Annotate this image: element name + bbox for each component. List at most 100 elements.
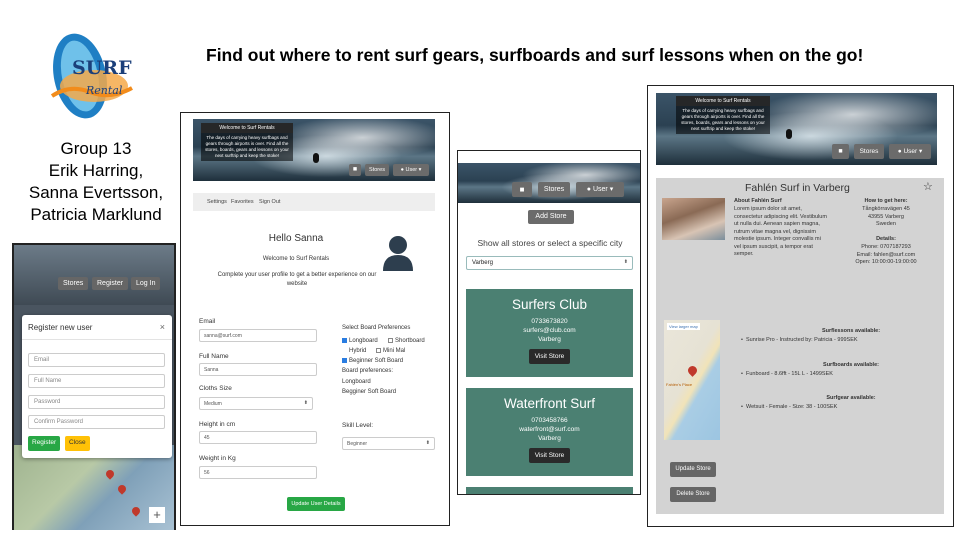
register-modal: Register new user × Email Full Name Pass… xyxy=(22,315,172,458)
hero-background xyxy=(14,245,174,305)
store-name: Surfers Club xyxy=(511,297,588,312)
how-to-get-here-heading: How to get here: xyxy=(864,198,908,204)
clothes-size-select[interactable]: Medium ⬍ xyxy=(199,397,313,410)
store-name: Waterfront Surf xyxy=(503,396,596,411)
city-select[interactable]: Varberg ⬍ xyxy=(466,256,633,270)
about-text: Lorem ipsum dolor sit amet, consectetur … xyxy=(734,206,827,257)
fullname-label: Full Name xyxy=(199,353,229,360)
email-input[interactable]: sanna@surf.com xyxy=(199,329,317,342)
stores-screenshot: ■ Stores ● User ▾ Add Store Show all sto… xyxy=(457,150,641,495)
checkbox-icon[interactable] xyxy=(342,338,347,343)
profile-screenshot: Welcome to Surf Rentals The days of carr… xyxy=(180,112,450,526)
logo-text-surf: SURF xyxy=(72,57,132,79)
visit-store-button[interactable]: Visit Store xyxy=(528,448,571,463)
store-detail-panel: Fahlén Surf in Varberg ☆ About Fahlén Su… xyxy=(656,178,944,514)
board-label: Mini Mal xyxy=(383,348,406,355)
hero-welcome-box: Welcome to Surf Rentals The days of carr… xyxy=(201,123,293,161)
store-info: 0733673820 surfers@club.com Varberg xyxy=(466,317,633,344)
board-checkbox-minimal[interactable]: Mini Mal xyxy=(376,348,405,354)
zoom-in-icon[interactable]: + xyxy=(149,507,165,523)
email-label: Email xyxy=(199,318,216,325)
register-button[interactable]: Register xyxy=(28,436,61,451)
nav-user-button[interactable]: ● User ▾ xyxy=(576,182,624,197)
nav-stores-button[interactable]: Stores xyxy=(538,182,570,197)
surfgear-item: • Wetsuit - Female - Size: 38 - 100SEK xyxy=(741,404,838,410)
height-label: Height in cm xyxy=(199,421,236,428)
store-hours: Open: 10:00:00-19:00:00 xyxy=(855,259,917,265)
nav-user-button[interactable]: ● User ▾ xyxy=(889,144,931,159)
fullname-input[interactable]: Sanna xyxy=(199,363,317,376)
weight-label: Weight in Kg xyxy=(199,455,236,462)
board-checkbox-longboard[interactable]: Longboard xyxy=(342,338,378,344)
weight-input[interactable]: 56 xyxy=(199,466,317,479)
hero-banner: Welcome to Surf Rentals The days of carr… xyxy=(193,119,435,181)
register-screenshot: Stores Register Log In + Register new us… xyxy=(12,243,176,530)
details-heading: Details: xyxy=(876,236,896,242)
store-phone: Phone: 0707187293 xyxy=(861,244,911,250)
address-line: Sweden xyxy=(876,221,896,227)
home-icon[interactable]: ■ xyxy=(512,182,532,197)
home-icon[interactable]: ■ xyxy=(349,164,361,176)
nav-user-label: User xyxy=(405,167,418,173)
close-button[interactable]: Close xyxy=(65,436,90,451)
favorite-star-icon[interactable]: ☆ xyxy=(923,180,933,193)
hero-title: Welcome to Surf Rentals xyxy=(676,96,770,106)
email-field[interactable]: Email xyxy=(28,353,165,367)
fullname-field[interactable]: Full Name xyxy=(28,374,165,388)
nav-login-button[interactable]: Log In xyxy=(131,277,161,290)
chevron-down-icon: ⬍ xyxy=(425,440,430,446)
board-label: Beginner Soft Board xyxy=(349,358,404,365)
map-pin-icon[interactable] xyxy=(686,364,699,377)
map-place-label: Fahlén's Place xyxy=(666,382,693,387)
visit-store-button[interactable]: Visit Store xyxy=(528,349,571,364)
tab-settings[interactable]: Settings xyxy=(207,199,227,205)
store-email: waterfront@surf.com xyxy=(519,426,580,433)
nav-register-button[interactable]: Register xyxy=(92,277,129,290)
store-city: Varberg xyxy=(538,336,561,343)
view-larger-map-link[interactable]: View larger map xyxy=(667,323,700,330)
store-info: 0703458766 waterfront@surf.com Varberg xyxy=(466,416,633,443)
skill-level-value: Beginner xyxy=(347,441,368,447)
nav-user-button[interactable]: ● User ▾ xyxy=(393,164,429,176)
tab-sign-out[interactable]: Sign Out xyxy=(259,199,280,205)
skill-level-label: Skill Level: xyxy=(342,422,374,429)
store-city: Varberg xyxy=(538,435,561,442)
nav-stores-button[interactable]: Stores xyxy=(58,277,89,290)
nav-stores-button[interactable]: Stores xyxy=(365,164,389,176)
chevron-down-icon: ▾ xyxy=(917,148,923,155)
checkbox-icon[interactable] xyxy=(388,338,393,343)
board-preference-label: Select Board Preferences xyxy=(342,325,411,331)
store-map[interactable]: View larger map Fahlén's Place xyxy=(664,320,720,440)
city-select-value: Varberg xyxy=(472,260,493,266)
skill-level-select[interactable]: Beginner ⬍ xyxy=(342,437,435,450)
profile-tabs: Settings Favorites Sign Out xyxy=(193,193,435,211)
board-preference-item: Longboard xyxy=(342,379,371,385)
board-preferences-heading: Board preferences: xyxy=(342,368,394,374)
update-store-button[interactable]: Update Store xyxy=(670,462,716,477)
checkbox-icon[interactable] xyxy=(342,358,347,363)
hero-title: Welcome to Surf Rentals xyxy=(201,123,293,133)
add-store-button[interactable]: Add Store xyxy=(528,210,574,224)
nav-user-label: User xyxy=(592,186,608,193)
profile-subtitle: Complete your user profile to get a bett… xyxy=(217,272,377,287)
board-label: Longboard xyxy=(349,338,378,345)
welcome-text: Welcome to Surf Rentals xyxy=(262,256,330,262)
checkbox-icon[interactable] xyxy=(376,348,381,353)
close-icon[interactable]: × xyxy=(160,322,165,332)
confirm-password-field[interactable]: Confirm Password xyxy=(28,415,165,429)
home-icon[interactable]: ■ xyxy=(832,144,849,159)
surfboards-heading: Surfboards available: xyxy=(823,362,879,368)
store-card: Surfers Club 0733673820 surfers@club.com… xyxy=(466,289,633,377)
nav-stores-button[interactable]: Stores xyxy=(854,144,884,159)
password-field[interactable]: Password xyxy=(28,395,165,409)
board-checkbox-shortboard[interactable]: Shortboard xyxy=(388,338,425,344)
height-input[interactable]: 45 xyxy=(199,431,317,444)
tab-favorites[interactable]: Favorites xyxy=(231,199,254,205)
board-checkbox-soft[interactable]: Beginner Soft Board xyxy=(342,358,403,364)
delete-store-button[interactable]: Delete Store xyxy=(670,487,716,502)
update-user-button[interactable]: Update User Details xyxy=(287,497,345,511)
board-checkbox-hybrid[interactable]: Hybrid xyxy=(342,348,366,354)
nav-user-label: User xyxy=(903,148,918,155)
lessons-heading: Surflessons available: xyxy=(821,328,881,334)
surfer-figure xyxy=(313,153,319,163)
